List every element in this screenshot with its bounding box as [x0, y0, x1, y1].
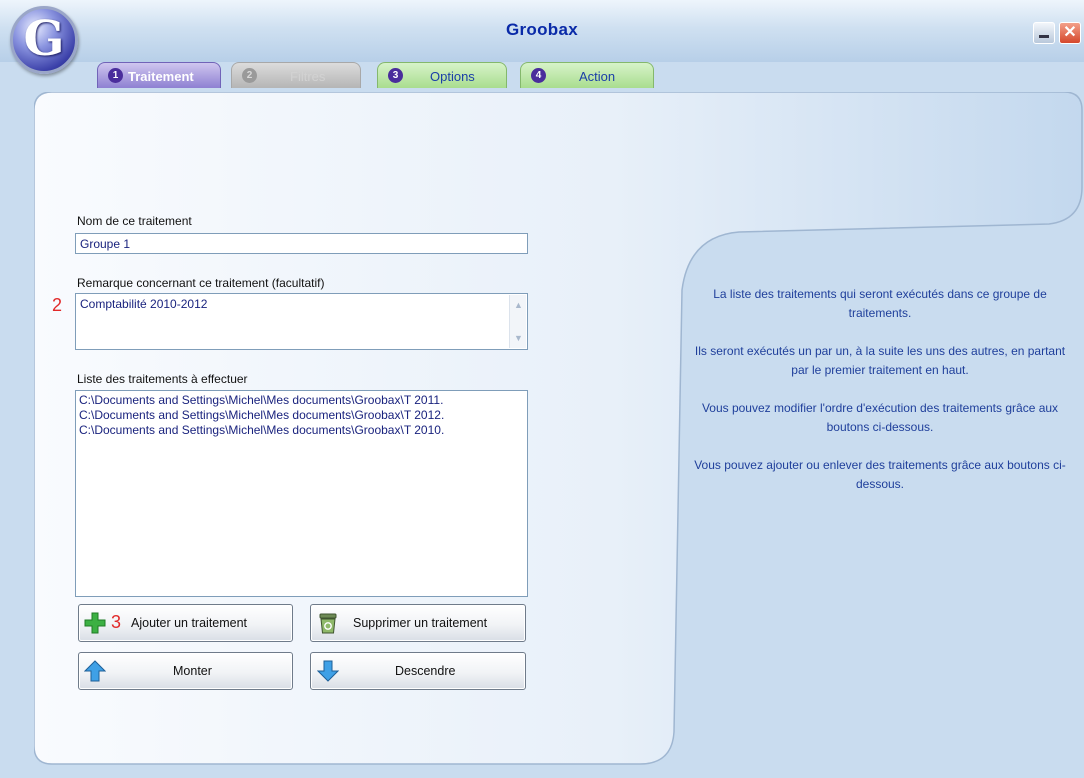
app-logo-icon: G	[10, 6, 78, 74]
remark-textarea[interactable]: Comptabilité 2010-2012 ▲ ▼	[75, 293, 528, 350]
title-bar: Groobax ✕	[0, 0, 1084, 62]
recycle-bin-icon	[319, 613, 337, 634]
list-item[interactable]: C:\Documents and Settings\Michel\Mes doc…	[76, 408, 527, 423]
list-label: Liste des traitements à effectuer	[77, 372, 248, 386]
arrow-up-icon	[84, 660, 106, 682]
move-down-label: Descendre	[395, 664, 456, 678]
tab-label: Options	[430, 69, 475, 84]
tab-label: Action	[579, 69, 616, 84]
window-title: Groobax	[505, 20, 578, 39]
scroll-down-arrow-icon[interactable]: ▼	[512, 331, 525, 345]
tab-number-badge: 4	[531, 68, 546, 83]
help-paragraph: Ils seront exécutés un par un, à la suit…	[694, 344, 1066, 377]
annotation-marker: 3	[111, 612, 122, 632]
add-treatment-label: Ajouter un traitement	[131, 616, 248, 630]
close-button[interactable]: ✕	[1059, 22, 1081, 44]
tab-traitement[interactable]: 1 Traitement	[97, 62, 221, 88]
remove-treatment-button[interactable]: Supprimer un traitement	[310, 604, 526, 642]
name-input[interactable]: Groupe 1	[75, 233, 528, 254]
help-paragraph: La liste des traitements qui seront exéc…	[713, 287, 1047, 320]
move-up-label: Monter	[173, 664, 212, 678]
move-down-button[interactable]: Descendre	[310, 652, 526, 690]
minimize-button[interactable]	[1033, 22, 1055, 44]
remove-treatment-label: Supprimer un traitement	[353, 616, 488, 630]
tab-number-badge: 3	[388, 68, 403, 83]
name-label: Nom de ce traitement	[77, 214, 192, 228]
help-paragraph: Vous pouvez ajouter ou enlever des trait…	[694, 458, 1066, 491]
tab-action[interactable]: 4 Action	[520, 62, 654, 88]
treatments-listbox[interactable]: C:\Documents and Settings\Michel\Mes doc…	[75, 390, 528, 597]
list-item[interactable]: C:\Documents and Settings\Michel\Mes doc…	[76, 393, 527, 408]
plus-icon	[84, 612, 106, 634]
arrow-down-icon	[317, 660, 339, 682]
help-paragraph: Vous pouvez modifier l'ordre d'exécution…	[701, 401, 1059, 434]
annotation-marker: 2	[52, 295, 63, 315]
remark-text: Comptabilité 2010-2012	[80, 297, 208, 311]
scroll-up-arrow-icon[interactable]: ▲	[512, 298, 525, 312]
remark-scrollbar[interactable]: ▲ ▼	[509, 295, 526, 348]
tab-number-badge: 2	[242, 68, 257, 83]
tab-label: Traitement	[128, 69, 194, 84]
move-up-button[interactable]: Monter	[78, 652, 293, 690]
tab-label: Filtres	[290, 69, 326, 84]
tab-filtres: 2 Filtres	[231, 62, 361, 88]
remark-label: Remarque concernant ce traitement (facul…	[77, 276, 325, 290]
list-item[interactable]: C:\Documents and Settings\Michel\Mes doc…	[76, 423, 527, 438]
tab-options[interactable]: 3 Options	[377, 62, 507, 88]
tab-number-badge: 1	[108, 68, 123, 83]
add-treatment-button[interactable]: 3 Ajouter un traitement	[78, 604, 293, 642]
